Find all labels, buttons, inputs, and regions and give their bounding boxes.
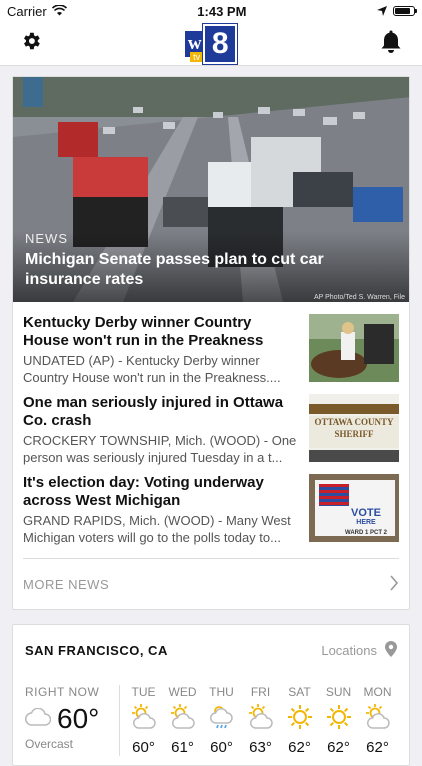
forecast-days: TUE 60° WED 61° THU 60° FRI 63° SAT 62° SUN 62° MON 6… <box>120 685 397 756</box>
ward-label: WARD 1 PCT 2 <box>344 530 387 536</box>
locations-label: Locations <box>321 642 377 658</box>
weather-card: SAN FRANCISCO, CA Locations RIGHT NOW 60… <box>12 624 410 766</box>
story-title: One man seriously injured in Ottawa Co. … <box>23 394 284 429</box>
forecast-day-temp: 61° <box>171 739 194 756</box>
map-pin-icon <box>385 640 397 660</box>
story-thumbnail: OTTAWA COUNTY SHERIFF <box>309 394 399 462</box>
partly-sunny-icon <box>364 703 392 731</box>
sun-icon <box>286 703 314 731</box>
weather-city: SAN FRANCISCO, CA <box>25 642 168 658</box>
more-news-link[interactable]: MORE NEWS <box>23 558 399 609</box>
forecast-day-temp: 60° <box>210 739 233 756</box>
story-summary: CROCKERY TOWNSHIP, Mich. (WOOD) - One pe… <box>23 433 297 465</box>
hero-headline: Michigan Senate passes plan to cut car i… <box>25 251 324 288</box>
status-time: 1:43 PM <box>197 3 247 19</box>
story-summary: UNDATED (AP) - Kentucky Derby winner Cou… <box>23 353 281 385</box>
hero-caption: NEWS Michigan Senate passes plan to cut … <box>13 231 409 302</box>
status-bar: Carrier 1:43 PM <box>0 0 422 22</box>
story-summary: GRAND RAPIDS, Mich. (WOOD) - Many West M… <box>23 513 291 545</box>
forecast-day-name: WED <box>168 685 197 699</box>
location-arrow-icon <box>377 4 387 19</box>
forecast-day-name: THU <box>209 685 234 699</box>
current-condition: Overcast <box>25 737 74 751</box>
hero-story[interactable]: NEWS Michigan Senate passes plan to cut … <box>13 77 409 302</box>
sheriff-sign-text: OTTAWA COUNTY SHERIFF <box>314 417 394 439</box>
locations-button[interactable]: Locations <box>321 640 397 660</box>
cloud-icon <box>25 707 52 731</box>
forecast-day: SAT 62° <box>281 685 319 756</box>
right-now-label: RIGHT NOW <box>25 685 100 699</box>
forecast-day: TUE 60° <box>125 685 163 756</box>
partly-sunny-icon <box>130 703 158 731</box>
vote-label: VOTE <box>351 507 381 519</box>
vote-sign-text: VOTE HERE WARD 1 PCT 2 <box>339 508 393 538</box>
top-nav-bar: wood tv 8 <box>0 22 422 66</box>
story-thumbnail <box>309 314 399 382</box>
forecast-day: MON 62° <box>359 685 397 756</box>
forecast-day-temp: 62° <box>366 739 389 756</box>
news-card: NEWS Michigan Senate passes plan to cut … <box>12 76 410 610</box>
forecast-day: FRI 63° <box>242 685 280 756</box>
chevron-right-icon <box>389 574 399 594</box>
sun-icon <box>325 703 353 731</box>
forecast-day-temp: 62° <box>288 739 311 756</box>
carrier-label: Carrier <box>7 3 47 19</box>
story-item[interactable]: One man seriously injured in Ottawa Co. … <box>13 382 409 465</box>
wood-tv-logo: wood tv 8 <box>184 23 238 64</box>
forecast-day-name: FRI <box>250 685 271 699</box>
current-temp: 60° <box>57 703 100 734</box>
forecast-day-temp: 60° <box>132 739 155 756</box>
hero-category: NEWS <box>25 231 68 246</box>
story-thumbnail: VOTE HERE WARD 1 PCT 2 <box>309 474 399 542</box>
photo-credit: AP Photo/Ted S. Warren, File <box>313 294 405 301</box>
settings-gear-icon[interactable] <box>20 30 42 57</box>
story-title: Kentucky Derby winner Country House won'… <box>23 314 264 349</box>
current-conditions: RIGHT NOW 60° Overcast <box>25 685 120 756</box>
more-news-label: MORE NEWS <box>23 576 110 592</box>
vote-here-label: HERE <box>356 519 376 526</box>
forecast-day-name: TUE <box>131 685 156 699</box>
forecast-day-name: MON <box>363 685 392 699</box>
forecast-day-name: SUN <box>325 685 352 699</box>
forecast-day-name: SAT <box>288 685 311 699</box>
notifications-bell-icon[interactable] <box>380 29 402 58</box>
partly-sunny-icon <box>169 703 197 731</box>
forecast-day-temp: 63° <box>249 739 272 756</box>
wifi-icon <box>51 3 67 19</box>
story-title: It's election day: Voting underway acros… <box>23 474 264 509</box>
battery-icon <box>393 6 417 16</box>
partly-sunny-icon <box>247 703 275 731</box>
forecast-day: THU 60° <box>203 685 241 756</box>
forecast-day: SUN 62° <box>320 685 358 756</box>
story-item[interactable]: Kentucky Derby winner Country House won'… <box>13 302 409 385</box>
story-item[interactable]: It's election day: Voting underway acros… <box>13 462 409 545</box>
rain-icon <box>208 703 236 731</box>
forecast-day-temp: 62° <box>327 739 350 756</box>
forecast-day: WED 61° <box>164 685 202 756</box>
